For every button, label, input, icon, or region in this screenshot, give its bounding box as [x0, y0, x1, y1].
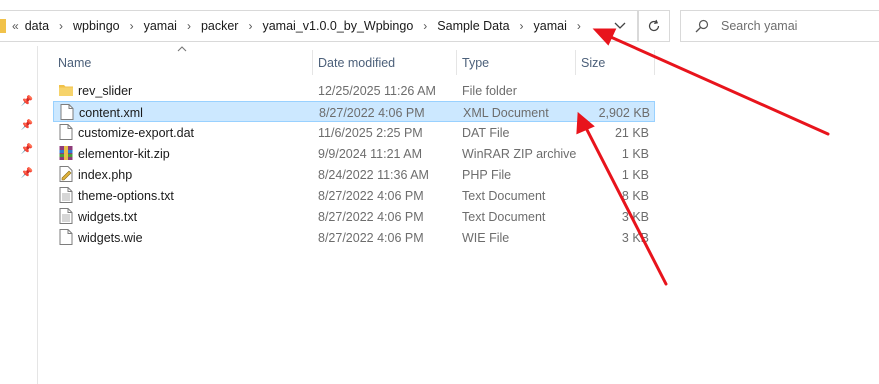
file-row[interactable]: customize-export.dat 11/6/2025 2:25 PM DAT…: [53, 122, 655, 143]
column-header-date[interactable]: Date modified: [313, 50, 456, 75]
breadcrumb-item-current[interactable]: yamai: [534, 19, 567, 33]
breadcrumb-separator-icon[interactable]: ›: [248, 19, 252, 33]
file-name[interactable]: widgets.txt: [78, 206, 137, 227]
text-file-icon: [59, 208, 73, 224]
breadcrumb-separator-icon[interactable]: ›: [130, 19, 134, 33]
file-type: DAT File: [462, 125, 510, 140]
file-row[interactable]: elementor-kit.zip 9/9/2024 11:21 AM WinRAR…: [53, 143, 655, 164]
php-file-icon: [59, 166, 73, 182]
file-row[interactable]: index.php 8/24/2022 11:36 AM PHP File 1 KB: [53, 164, 655, 185]
file-type: Text Document: [462, 209, 546, 224]
column-header-name[interactable]: Name: [53, 50, 312, 75]
breadcrumb-item-yamai[interactable]: yamai: [144, 19, 177, 33]
file-name[interactable]: widgets.wie: [78, 227, 143, 248]
file-size: [573, 80, 649, 101]
file-date-modified: 8/27/2022 4:06 PM: [318, 209, 424, 224]
address-history-dropdown[interactable]: [611, 17, 629, 35]
file-date-modified: 8/27/2022 4:06 PM: [318, 188, 424, 203]
file-name[interactable]: customize-export.dat: [78, 122, 194, 143]
file-name[interactable]: index.php: [78, 164, 132, 185]
file-date-modified: 11/6/2025 2:25 PM: [318, 125, 423, 140]
breadcrumb-separator-icon[interactable]: ›: [59, 19, 63, 33]
file-type: File folder: [462, 83, 517, 98]
breadcrumb-item-sample-data[interactable]: Sample Data: [437, 19, 509, 33]
file-type: Text Document: [462, 188, 546, 203]
breadcrumb-separator-icon[interactable]: ›: [577, 19, 581, 33]
file-row[interactable]: widgets.txt 8/27/2022 4:06 PM Text Documen…: [53, 206, 655, 227]
file-row[interactable]: theme-options.txt 8/27/2022 4:06 PM Text D…: [53, 185, 655, 206]
column-header-type[interactable]: Type: [457, 50, 575, 75]
search-box[interactable]: [680, 10, 879, 42]
breadcrumb: data › wpbingo › yamai › packer › yamai_…: [25, 19, 591, 33]
wie-file-icon: [59, 229, 73, 245]
breadcrumb-item-wpbingo[interactable]: wpbingo: [73, 19, 120, 33]
chevron-down-icon: [614, 22, 626, 29]
navigation-pane[interactable]: 📌 📌 📌 📌: [0, 46, 38, 384]
breadcrumb-item-data[interactable]: data: [25, 19, 49, 33]
pin-icon[interactable]: 📌: [20, 166, 34, 180]
file-row[interactable]: widgets.wie 8/27/2022 4:06 PM WIE File 3 KB: [53, 227, 655, 248]
search-icon: [695, 19, 709, 33]
breadcrumb-item-packer[interactable]: packer: [201, 19, 239, 33]
file-type: PHP File: [462, 167, 512, 182]
file-size: 21 KB: [614, 125, 649, 140]
breadcrumb-separator-icon[interactable]: ›: [520, 19, 524, 33]
file-type: XML Document: [463, 105, 549, 120]
breadcrumb-separator-icon[interactable]: ›: [187, 19, 191, 33]
file-size: 8 KB: [621, 188, 649, 203]
file-name[interactable]: theme-options.txt: [78, 185, 174, 206]
file-row[interactable]: content.xml 8/27/2022 4:06 PM XML Document…: [53, 101, 655, 122]
refresh-icon: [648, 19, 660, 32]
refresh-button[interactable]: [638, 10, 670, 42]
pin-icon[interactable]: 📌: [20, 118, 34, 132]
file-name[interactable]: elementor-kit.zip: [78, 143, 170, 164]
folder-icon: [59, 82, 73, 98]
file-date-modified: 8/27/2022 4:06 PM: [318, 230, 424, 245]
file-size: 1 KB: [621, 167, 649, 182]
address-bar[interactable]: « data › wpbingo › yamai › packer › yama…: [0, 10, 638, 42]
file-date-modified: 12/25/2025 11:26 AM: [318, 83, 436, 98]
file-size: 3 KB: [621, 230, 649, 245]
file-size: 2,902 KB: [598, 105, 650, 120]
dat-file-icon: [59, 124, 73, 140]
file-size: 3 KB: [621, 209, 649, 224]
text-file-icon: [59, 187, 73, 203]
pin-icon[interactable]: 📌: [20, 94, 34, 108]
file-row[interactable]: rev_slider 12/25/2025 11:26 AM File folder: [53, 80, 655, 101]
folder-icon: [0, 19, 6, 33]
breadcrumb-overflow-button[interactable]: «: [12, 19, 19, 33]
file-type: WinRAR ZIP archive: [462, 146, 577, 161]
xml-file-icon: [60, 104, 74, 120]
search-input[interactable]: [721, 19, 871, 33]
pin-icon[interactable]: 📌: [20, 142, 34, 156]
breadcrumb-separator-icon[interactable]: ›: [423, 19, 427, 33]
column-divider[interactable]: [654, 50, 655, 75]
file-type: WIE File: [462, 230, 510, 245]
file-size: 1 KB: [621, 146, 649, 161]
file-date-modified: 8/24/2022 11:36 AM: [318, 167, 429, 182]
winrar-zip-icon: [59, 145, 73, 161]
breadcrumb-item-yamai-v1[interactable]: yamai_v1.0.0_by_Wpbingo: [262, 19, 413, 33]
file-name[interactable]: rev_slider: [78, 80, 132, 101]
file-name[interactable]: content.xml: [79, 102, 143, 123]
file-date-modified: 9/9/2024 11:21 AM: [318, 146, 423, 161]
file-date-modified: 8/27/2022 4:06 PM: [319, 105, 425, 120]
column-header-size[interactable]: Size: [576, 50, 654, 75]
